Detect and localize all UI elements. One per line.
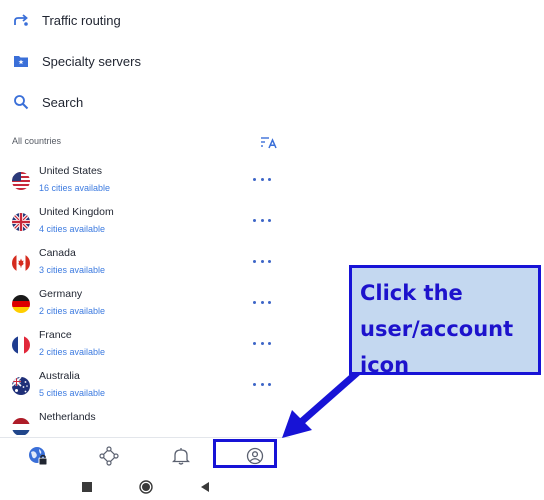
- system-nav-bar: [0, 474, 290, 500]
- cities-available: 4 cities available: [39, 224, 106, 234]
- annotation-line: icon: [360, 353, 410, 377]
- us-flag-icon: [12, 172, 30, 190]
- more-options-icon[interactable]: [253, 377, 271, 391]
- country-row-australia[interactable]: Australia 5 cities available: [0, 365, 285, 406]
- more-options-icon[interactable]: [253, 295, 271, 309]
- bell-icon[interactable]: [168, 444, 194, 468]
- more-options-icon[interactable]: [253, 172, 271, 186]
- uk-flag-icon: [12, 213, 30, 231]
- australia-flag-icon: [12, 377, 30, 395]
- country-row-france[interactable]: France 2 cities available: [0, 324, 285, 365]
- annotation-line: user/account: [360, 317, 514, 341]
- all-countries-label: All countries: [12, 136, 62, 146]
- country-row-netherlands[interactable]: Netherlands: [0, 406, 285, 435]
- france-flag-icon: [12, 336, 30, 354]
- specialty-servers-label: Specialty servers: [42, 53, 141, 69]
- network-nodes-icon[interactable]: [96, 444, 122, 468]
- country-row-germany[interactable]: Germany 2 cities available: [0, 283, 285, 324]
- more-options-icon[interactable]: [253, 213, 271, 227]
- home-icon[interactable]: [139, 480, 153, 494]
- globe-lock-icon[interactable]: [25, 444, 51, 468]
- more-options-icon[interactable]: [253, 336, 271, 350]
- country-name: Netherlands: [39, 411, 96, 423]
- back-icon[interactable]: [198, 480, 212, 494]
- search-label: Search: [42, 94, 84, 110]
- annotation-line: Click the: [360, 281, 463, 305]
- specialty-servers-item[interactable]: Specialty servers: [0, 43, 280, 79]
- country-list[interactable]: United States 16 cities available United…: [0, 160, 285, 435]
- country-name: United States: [39, 165, 103, 177]
- cities-available: 16 cities available: [39, 183, 111, 193]
- country-row-united-states[interactable]: United States 16 cities available: [0, 160, 285, 201]
- country-name: France: [39, 329, 72, 341]
- routing-arrow-icon: [12, 11, 30, 29]
- highlight-box: [213, 439, 277, 468]
- annotation-callout: Click the user/account icon: [349, 265, 541, 377]
- country-name: Canada: [39, 247, 76, 259]
- cities-available: 2 cities available: [39, 306, 106, 316]
- cities-available: 3 cities available: [39, 265, 106, 275]
- netherlands-flag-icon: [12, 418, 30, 435]
- country-name: United Kingdom: [39, 206, 114, 218]
- germany-flag-icon: [12, 295, 30, 313]
- country-row-united-kingdom[interactable]: United Kingdom 4 cities available: [0, 201, 285, 242]
- country-name: Germany: [39, 288, 83, 300]
- more-options-icon[interactable]: [253, 254, 271, 268]
- traffic-routing-label: Traffic routing: [42, 12, 121, 28]
- country-name: Australia: [39, 370, 80, 382]
- cities-available: 2 cities available: [39, 347, 106, 357]
- sort-alphabetical-icon[interactable]: [258, 134, 280, 150]
- country-row-canada[interactable]: Canada 3 cities available: [0, 242, 285, 283]
- canada-flag-icon: [12, 254, 30, 272]
- search-icon: [12, 93, 30, 111]
- recents-icon[interactable]: [80, 480, 94, 494]
- folder-star-icon: [12, 52, 30, 70]
- cities-available: 5 cities available: [39, 388, 106, 398]
- traffic-routing-item[interactable]: Traffic routing: [0, 2, 280, 38]
- search-item[interactable]: Search: [0, 84, 280, 120]
